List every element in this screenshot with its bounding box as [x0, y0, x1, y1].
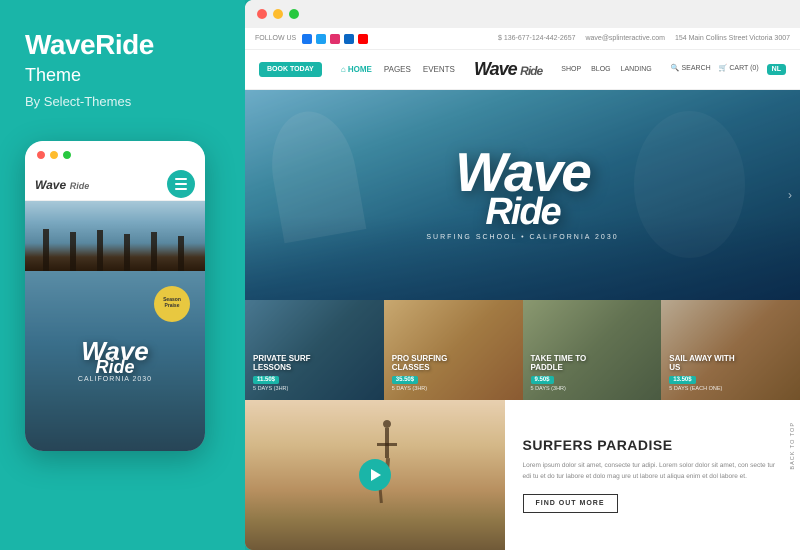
browser-content: FOLLOW US $ 136-677-124-442-2657 wave@sp…	[245, 28, 800, 550]
mobile-site-logo: Wave Ride	[35, 177, 89, 192]
card-sail-away[interactable]: SAIL AWAY WITHUS 13.50$ 5 DAYS (EACH ONE…	[661, 300, 800, 400]
browser-mockup: FOLLOW US $ 136-677-124-442-2657 wave@sp…	[245, 0, 800, 550]
card-1-title: PRIVATE SURFLESSONS	[253, 354, 376, 373]
card-2-badge: 35.50$	[392, 376, 418, 384]
cart-link[interactable]: 🛒 CART (0)	[719, 64, 759, 75]
email-address: wave@splinteractive.com	[585, 35, 664, 42]
card-3-meta: 5 DAYS (3HR)	[531, 386, 654, 392]
surfers-paradise-title: SURFERS PARADISE	[523, 437, 783, 453]
card-3-title: TAKE TIME TOPADDLE	[531, 354, 654, 373]
card-4-meta: 5 DAYS (EACH ONE)	[669, 386, 792, 392]
instagram-icon[interactable]	[330, 34, 340, 44]
menu-line	[175, 183, 187, 185]
twitter-icon[interactable]	[316, 34, 326, 44]
nav-link-pages[interactable]: PAGES	[384, 65, 411, 74]
locale-button[interactable]: NL	[767, 64, 786, 75]
phone-number: $ 136-677-124-442-2657	[498, 35, 575, 42]
top-bar-left: FOLLOW US	[255, 34, 368, 44]
hero-logo-line1: Wave	[426, 149, 618, 196]
surfers-paradise-section: SURFERS PARADISE Lorem ipsum dolor sit a…	[505, 400, 800, 550]
youtube-icon[interactable]	[358, 34, 368, 44]
address: 154 Main Collins Street Victoria 3007	[675, 35, 790, 42]
card-take-time-paddle[interactable]: TAKE TIME TOPADDLE 9.50$ 5 DAYS (3HR)	[523, 300, 662, 400]
nav-link-shop[interactable]: SHOP	[561, 66, 581, 73]
surfers-paradise-description: Lorem ipsum dolor sit amet, consecte tur…	[523, 461, 783, 482]
facebook-icon[interactable]	[302, 34, 312, 44]
play-icon	[371, 469, 381, 481]
card-4-title: SAIL AWAY WITHUS	[669, 354, 792, 373]
card-private-surf[interactable]: PRIVATE SURFLESSONS 11.50$ 5 DAYS (3HR)	[245, 300, 384, 400]
find-out-more-button[interactable]: FIND OUT MORE	[523, 494, 618, 513]
brand-title: WaveRide	[25, 30, 154, 61]
mobile-dots	[37, 151, 71, 159]
mobile-status-bar	[25, 141, 205, 169]
linkedin-icon[interactable]	[344, 34, 354, 44]
nav-link-landing[interactable]: LANDING	[621, 66, 652, 73]
nav-link-home[interactable]: ⌂ HOME	[341, 65, 372, 74]
nav-link-blog[interactable]: BLOG	[591, 66, 610, 73]
site-navigation: BOOK TODAY ⌂ HOME PAGES EVENTS Wave Ride…	[245, 50, 800, 90]
brand-by: By Select-Themes	[25, 94, 131, 109]
mobile-hero-content: Wave Ride CALIFORNIA 2030	[78, 338, 152, 383]
card-2-title: PRO SURFINGCLASSES	[392, 354, 515, 373]
mobile-dot-red	[37, 151, 45, 159]
browser-dot-yellow[interactable]	[273, 9, 283, 19]
hero-logo: Wave Ride	[426, 149, 618, 228]
mobile-menu-button[interactable]	[167, 170, 195, 198]
hero-content: Wave Ride SURFING SCHOOL • CALIFORNIA 20…	[426, 149, 618, 241]
mobile-dot-green	[63, 151, 71, 159]
social-icons	[302, 34, 368, 44]
browser-dot-red[interactable]	[257, 9, 267, 19]
mobile-logo-bar: Wave Ride	[25, 169, 205, 201]
card-3-badge: 9.50$	[531, 376, 554, 384]
hero-arrow-right[interactable]: ›	[788, 188, 792, 202]
site-bottom-section: SURFERS PARADISE Lorem ipsum dolor sit a…	[245, 400, 800, 550]
nav-utilities: 🔍 SEARCH 🛒 CART (0) NL	[671, 64, 786, 75]
browser-chrome	[245, 0, 800, 28]
left-panel: WaveRide Theme By Select-Themes Wave Rid…	[0, 0, 245, 550]
site-top-bar: FOLLOW US $ 136-677-124-442-2657 wave@sp…	[245, 28, 800, 50]
video-section	[245, 400, 505, 550]
activity-cards-row: PRIVATE SURFLESSONS 11.50$ 5 DAYS (3HR) …	[245, 300, 800, 400]
mobile-hero-section: SeasonPraise Wave Ride CALIFORNIA 2030	[25, 271, 205, 451]
menu-line	[175, 188, 187, 190]
book-today-button[interactable]: BOOK TODAY	[259, 62, 322, 77]
site-hero-section: Wave Ride SURFING SCHOOL • CALIFORNIA 20…	[245, 90, 800, 300]
site-logo: Wave Ride	[474, 59, 542, 80]
card-4-badge: 13.50$	[669, 376, 695, 384]
mobile-dot-yellow	[50, 151, 58, 159]
nav-links-left: ⌂ HOME PAGES EVENTS	[341, 65, 455, 74]
follow-us-label: FOLLOW US	[255, 35, 296, 42]
nav-links-right: SHOP BLOG LANDING	[561, 66, 651, 73]
play-button[interactable]	[359, 459, 391, 491]
hero-tagline: SURFING SCHOOL • CALIFORNIA 2030	[426, 234, 618, 241]
search-link[interactable]: 🔍 SEARCH	[671, 64, 711, 75]
mobile-mockup: Wave Ride	[25, 141, 205, 451]
back-to-top-label[interactable]: BACK TO TOP	[790, 422, 796, 470]
menu-line	[175, 178, 187, 180]
card-1-badge: 11.50$	[253, 376, 279, 384]
hamburger-icon	[175, 178, 187, 190]
top-bar-right: $ 136-677-124-442-2657 wave@splinteracti…	[498, 35, 790, 42]
browser-dot-green[interactable]	[289, 9, 299, 19]
card-pro-surfing[interactable]: PRO SURFINGCLASSES 35.50$ 5 DAYS (3HR)	[384, 300, 523, 400]
mobile-tagline: CALIFORNIA 2030	[78, 376, 152, 383]
mobile-pier-image	[25, 201, 205, 271]
brand-subtitle: Theme	[25, 65, 81, 86]
card-2-meta: 5 DAYS (3HR)	[392, 386, 515, 392]
nav-link-events[interactable]: EVENTS	[423, 65, 455, 74]
card-1-meta: 5 DAYS (3HR)	[253, 386, 376, 392]
season-badge: SeasonPraise	[154, 286, 190, 322]
